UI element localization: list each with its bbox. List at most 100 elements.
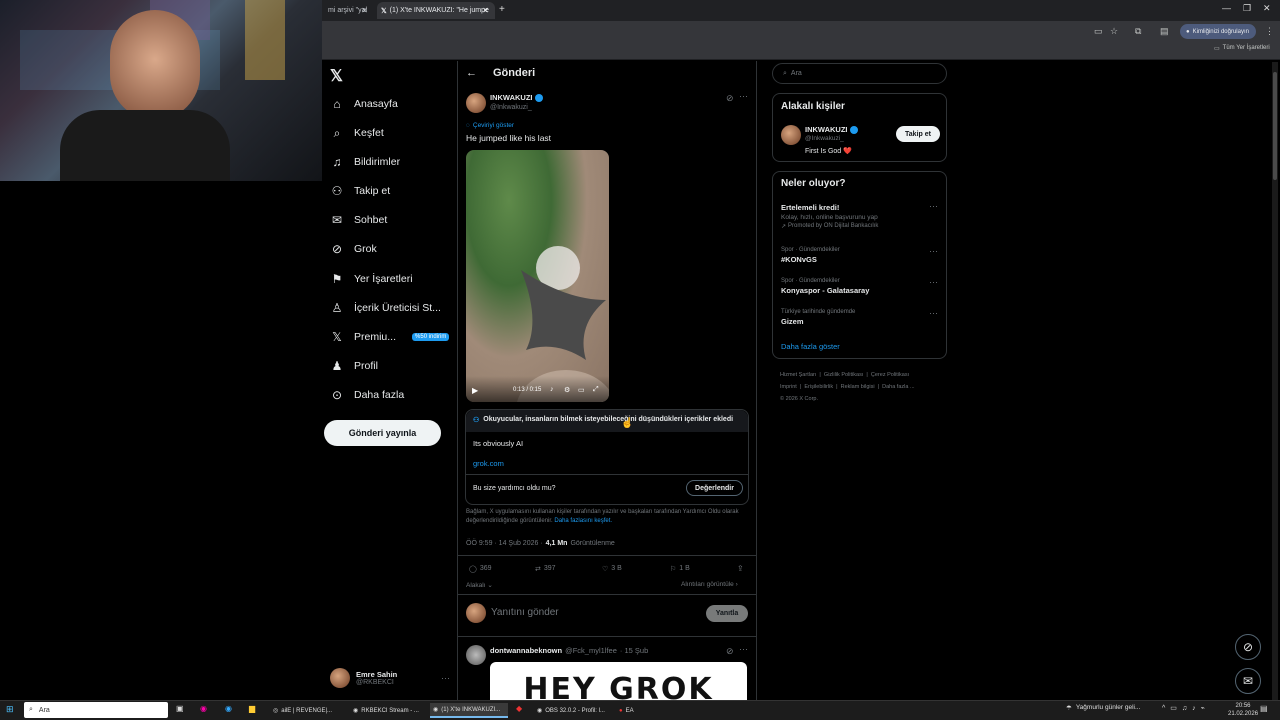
learn-more-link[interactable]: Daha fazlasını keşfet. <box>554 518 612 524</box>
install-icon[interactable]: ▭ <box>1094 26 1103 37</box>
settings-icon[interactable]: ⚙ <box>564 386 570 394</box>
weather-widget[interactable]: ☂ Yağmurlu günler geli... <box>1066 704 1140 712</box>
back-arrow-icon[interactable]: ← <box>466 67 477 79</box>
cast-icon[interactable]: ▤ <box>1160 26 1169 37</box>
trend-item[interactable]: Spor · Gündemdekiler Konyaspor - Galatas… <box>781 278 869 295</box>
taskbar-app-active[interactable]: ◉ (1) X'te INKWAKUZI... <box>430 703 508 718</box>
reply-avatar[interactable] <box>466 645 486 665</box>
nav-bookmarks[interactable]: ⚑ Yer İşaretleri <box>330 267 413 291</box>
nav-home[interactable]: ⌂ Anasayfa <box>330 92 397 116</box>
reply-input[interactable]: Yanıtını gönder <box>491 607 559 618</box>
close-icon[interactable]: ✕ <box>361 6 368 15</box>
trend-item[interactable]: Spor · Gündemdekiler #KONvGS <box>781 247 840 264</box>
star-icon[interactable]: ☆ <box>1110 26 1118 37</box>
pip-icon[interactable]: ▭ <box>578 386 585 394</box>
nav-creator-studio[interactable]: ♙ İçerik Üreticisi St... <box>330 296 441 320</box>
more-dots-icon[interactable]: ··· <box>739 91 748 101</box>
menu-icon[interactable]: ⋮ <box>1265 26 1274 37</box>
close-window-icon[interactable]: ✕ <box>1263 3 1271 14</box>
nav-profile[interactable]: ♟ Profil <box>330 354 378 378</box>
taskbar-app[interactable]: ◉ OBS 32.0.2 - Profil: l... <box>534 703 612 718</box>
minimize-icon[interactable]: — <box>1222 3 1231 13</box>
related-name[interactable]: INKWAKUZI <box>805 125 858 135</box>
grok-icon[interactable]: ⊘ <box>726 646 734 657</box>
footer-link[interactable]: Imprint <box>780 384 797 390</box>
post-button[interactable]: Gönderi yayınla <box>324 420 441 446</box>
nav-chat[interactable]: ✉ Sohbet <box>330 208 387 232</box>
edge-icon[interactable]: ◉ <box>225 704 232 713</box>
trend-item[interactable]: Ertelemeli kredi! Kolay, hızlı, online b… <box>781 203 941 230</box>
more-dots-icon[interactable]: ··· <box>929 246 938 256</box>
account-switcher[interactable]: Emre Sahin @RKBEKCI ··· <box>330 666 450 690</box>
show-more-link[interactable]: Daha fazla göster <box>781 342 840 351</box>
new-tab-button[interactable]: + <box>499 4 505 15</box>
nav-explore[interactable]: ⌕ Keşfet <box>330 121 384 145</box>
rate-button[interactable]: Değerlendir <box>686 480 743 496</box>
fullscreen-icon[interactable]: ⤢ <box>593 386 599 394</box>
volume-icon[interactable]: ♪ <box>550 386 554 393</box>
footer-link[interactable]: Gizlilik Politikası <box>824 372 863 378</box>
clock[interactable]: 20:56 21.02.2026 <box>1228 702 1258 718</box>
app-icon[interactable]: ◉ <box>200 704 207 713</box>
author-avatar[interactable] <box>466 93 486 113</box>
footer-link[interactable]: Erişilebilirlik <box>804 384 833 390</box>
note-link[interactable]: grok.com <box>473 459 504 468</box>
more-dots-icon[interactable]: ··· <box>929 277 938 287</box>
search-input[interactable]: ⌕ Ara <box>772 63 947 84</box>
close-icon[interactable]: ✕ <box>482 6 489 15</box>
extensions-icon[interactable]: ⧉ <box>1135 26 1141 37</box>
more-dots-icon[interactable]: ··· <box>739 644 748 654</box>
browser-tab-active[interactable]: 𝕏 (1) X'te INKWAKUZI: "He jumpe ✕ <box>377 2 495 19</box>
windows-start-icon[interactable]: ⊞ <box>6 704 14 715</box>
footer-link[interactable]: Çerez Politikası <box>871 372 909 378</box>
x-logo-icon[interactable]: 𝕏 <box>330 66 343 86</box>
translate-link[interactable]: ◌ Çeviriyi göster <box>466 122 514 129</box>
explorer-icon[interactable]: ▆ <box>249 704 255 713</box>
footer-link[interactable]: Daha fazla ... <box>882 384 914 390</box>
grok-fab[interactable]: ⊘ <box>1235 634 1261 660</box>
browser-tab[interactable]: mi arşivi "yal ✕ <box>322 2 374 19</box>
reply-author[interactable]: dontwannabeknown <box>490 646 562 655</box>
more-dots-icon[interactable]: ··· <box>929 308 938 318</box>
like-action[interactable]: ♡ 3 B <box>602 565 622 573</box>
profile-button[interactable]: ● Kimliğinizi doğrulayın <box>1180 24 1256 39</box>
share-icon[interactable]: ⇪ <box>737 564 744 573</box>
taskbar-app[interactable]: ◉ RKBEKCI Stream - ... <box>350 703 428 718</box>
reply-action[interactable]: ◯ 369 <box>469 565 492 573</box>
reply-handle[interactable]: @Fck_myl1lfee <box>565 646 617 655</box>
video-player[interactable]: ▶ 0:13 / 0:15 ♪ ⚙ ▭ ⤢ <box>466 150 609 402</box>
repost-action[interactable]: ⇄ 397 <box>535 565 556 573</box>
nav-notifications[interactable]: ♫ Bildirimler <box>330 150 401 174</box>
author-handle[interactable]: @Inkwakuzi_ <box>490 104 532 111</box>
task-view-icon[interactable]: ▣ <box>176 704 184 713</box>
taskbar-search[interactable]: ⌕ Ara <box>24 702 168 718</box>
author-name[interactable]: INKWAKUZI <box>490 93 543 103</box>
tray-icons[interactable]: ^▭♫♪⌁ <box>1162 704 1210 712</box>
reply-button[interactable]: Yanıtla <box>706 605 748 622</box>
footer-link[interactable]: Hizmet Şartları <box>780 372 816 378</box>
notification-icon[interactable]: ▤ <box>1260 704 1268 713</box>
reply-image[interactable]: HEY GROK <box>490 662 747 700</box>
taskbar-app[interactable]: ◎ ailE | REVENGE|... <box>270 703 348 718</box>
nav-more[interactable]: ⊙ Daha fazla <box>330 383 404 407</box>
play-icon[interactable]: ▶ <box>472 386 478 395</box>
trend-item[interactable]: Türkiye tarihinde gündemde Gizem <box>781 309 855 326</box>
follow-button[interactable]: Takip et <box>896 126 940 142</box>
grok-icon[interactable]: ⊘ <box>726 93 734 104</box>
all-bookmarks[interactable]: ▭ Tüm Yer İşaretleri <box>1214 45 1270 52</box>
related-handle[interactable]: @Inkwakuzi_ <box>805 135 844 142</box>
nav-premium[interactable]: 𝕏 Premiu... %50 indirim <box>330 325 450 349</box>
quotes-link[interactable]: Alıntıları görüntüle › <box>681 581 738 588</box>
nav-follow[interactable]: ⚇ Takip et <box>330 179 391 203</box>
taskbar-app[interactable]: ● EA <box>616 703 650 718</box>
bookmark-action[interactable]: ⚐ 1 B <box>670 565 690 573</box>
nav-grok[interactable]: ⊘ Grok <box>330 237 377 261</box>
more-dots-icon[interactable]: ··· <box>929 201 938 211</box>
post-timestamp[interactable]: ÖÖ 9:59 · 14 Şub 2026 · <box>466 540 543 547</box>
scrollbar-thumb[interactable] <box>1273 72 1277 180</box>
related-avatar[interactable] <box>781 125 801 145</box>
maximize-icon[interactable]: ❐ <box>1243 3 1251 14</box>
app-icon[interactable]: ◆ <box>516 704 522 713</box>
messages-fab[interactable]: ✉ <box>1235 668 1261 694</box>
footer-link[interactable]: Reklam bilgisi <box>841 384 875 390</box>
